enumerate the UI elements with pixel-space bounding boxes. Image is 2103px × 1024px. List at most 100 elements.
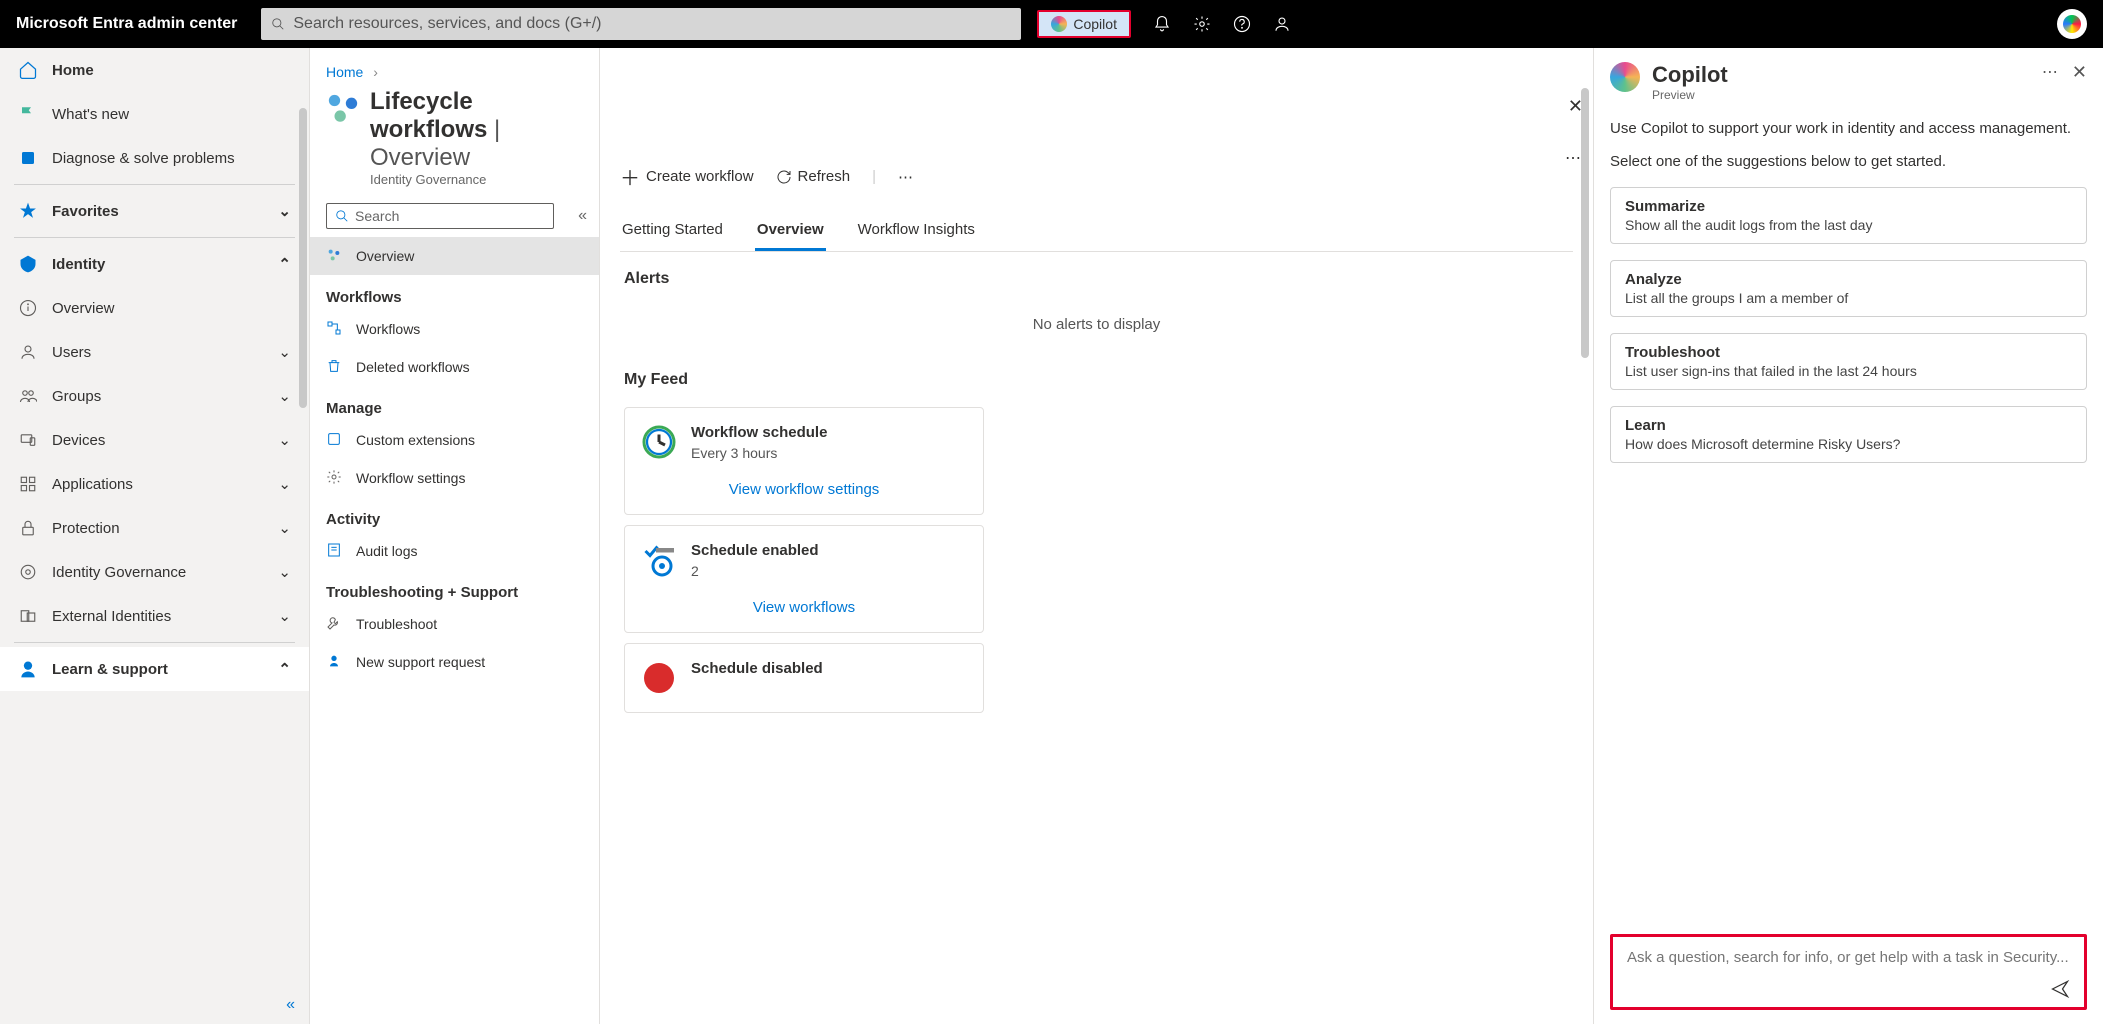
secondary-item-audit-logs[interactable]: Audit logs [310,532,599,570]
sidebar-label: External Identities [52,608,171,625]
suggestion-troubleshoot[interactable]: Troubleshoot List user sign-ins that fai… [1610,333,2087,390]
copilot-intro-2: Select one of the suggestions below to g… [1610,151,2087,174]
info-icon [18,298,38,318]
groups-icon [18,386,38,406]
secondary-label: Workflow settings [356,470,465,486]
copilot-panel: Copilot Preview ⋯ ✕ Use Copilot to suppo… [1593,48,2103,1024]
secondary-item-workflow-settings[interactable]: Workflow settings [310,459,599,497]
refresh-button[interactable]: Refresh [776,168,851,185]
sidebar-item-favorites[interactable]: Favorites ⌄ [0,189,309,233]
send-icon[interactable] [2050,979,2070,999]
chevron-right-icon: › [373,64,378,80]
chevron-down-icon: ⌄ [278,343,291,361]
card-title: Schedule disabled [691,660,823,677]
help-icon[interactable] [1233,15,1251,33]
secondary-item-workflows[interactable]: Workflows [310,310,599,348]
sidebar-item-users[interactable]: Users ⌄ [0,330,309,374]
collapse-sidebar-button[interactable]: « [286,996,295,1014]
sidebar-scrollbar[interactable] [299,108,307,408]
copilot-button[interactable]: Copilot [1037,10,1131,38]
collapse-secondary-button[interactable]: « [578,207,587,225]
overview-icon [326,247,344,265]
sidebar-item-applications[interactable]: Applications ⌄ [0,462,309,506]
sidebar-item-groups[interactable]: Groups ⌄ [0,374,309,418]
sidebar-item-devices[interactable]: Devices ⌄ [0,418,309,462]
tab-overview[interactable]: Overview [755,211,826,251]
settings-icon[interactable] [1193,15,1211,33]
secondary-item-troubleshoot[interactable]: Troubleshoot [310,605,599,643]
sidebar-item-protection[interactable]: Protection ⌄ [0,506,309,550]
suggestion-analyze[interactable]: Analyze List all the groups I am a membe… [1610,260,2087,317]
local-search[interactable]: Search [326,203,554,229]
view-workflow-settings-link[interactable]: View workflow settings [641,481,967,498]
sidebar-item-overview[interactable]: Overview [0,286,309,330]
devices-icon [18,430,38,450]
notifications-icon[interactable] [1153,15,1171,33]
sidebar-label: Protection [52,520,120,537]
alerts-heading: Alerts [620,252,1573,296]
tab-getting-started[interactable]: Getting Started [620,211,725,251]
sidebar-label: Devices [52,432,105,449]
secondary-item-overview[interactable]: Overview [310,237,599,275]
chevron-down-icon: ⌄ [278,607,291,625]
users-icon [18,342,38,362]
sidebar-label: Groups [52,388,101,405]
tab-workflow-insights[interactable]: Workflow Insights [856,211,977,251]
search-icon [335,209,349,223]
lifecycle-workflows-icon [326,92,360,126]
breadcrumb: Home › [310,48,599,88]
sidebar-item-external-identities[interactable]: External Identities ⌄ [0,594,309,638]
apps-icon [18,474,38,494]
secondary-group-workflows: Workflows [310,275,599,310]
topbar: Microsoft Entra admin center Search reso… [0,0,2103,48]
suggestion-desc: How does Microsoft determine Risky Users… [1625,436,2072,452]
alerts-empty-state: No alerts to display [620,296,1573,353]
chevron-down-icon: ⌄ [278,519,291,537]
breadcrumb-link-home[interactable]: Home [326,64,363,80]
content-scrollbar[interactable] [1581,88,1589,1014]
sidebar-label: Learn & support [52,661,168,678]
close-copilot-button[interactable]: ✕ [2072,62,2087,83]
secondary-label: New support request [356,654,485,670]
sidebar-label: Diagnose & solve problems [52,150,235,167]
user-avatar[interactable] [2057,9,2087,39]
secondary-item-custom-extensions[interactable]: Custom extensions [310,421,599,459]
sidebar-label: Overview [52,300,115,317]
sidebar-item-learn-support[interactable]: Learn & support ⌃ [0,647,309,691]
sidebar-item-diagnose[interactable]: Diagnose & solve problems [0,136,309,180]
sidebar-item-whatsnew[interactable]: What's new [0,92,309,136]
sidebar-item-identity[interactable]: Identity ⌃ [0,242,309,286]
copilot-input[interactable] [1627,949,2070,966]
sidebar-label: Home [52,62,94,79]
gear-icon [326,469,344,487]
suggestion-learn[interactable]: Learn How does Microsoft determine Risky… [1610,406,2087,463]
diagnose-icon [18,148,38,168]
secondary-item-deleted[interactable]: Deleted workflows [310,348,599,386]
feedback-icon[interactable] [1273,15,1291,33]
schedule-disabled-icon [641,660,677,696]
copilot-logo-icon [1610,62,1640,92]
plus-icon: ＋ [620,162,640,191]
sidebar-label: What's new [52,106,129,123]
copilot-logo-icon [1051,16,1067,32]
content-tabs: Getting Started Overview Workflow Insigh… [620,211,1573,252]
sidebar-label: Users [52,344,91,361]
secondary-nav: Home › Lifecycle workflows | Overview Id… [310,48,600,1024]
sidebar-item-home[interactable]: Home [0,48,309,92]
view-workflows-link[interactable]: View workflows [641,599,967,616]
secondary-item-new-support[interactable]: New support request [310,643,599,681]
secondary-label: Audit logs [356,543,417,559]
toolbar-more-button[interactable]: ⋯ [898,168,915,186]
suggestion-summarize[interactable]: Summarize Show all the audit logs from t… [1610,187,2087,244]
local-search-placeholder: Search [355,208,399,224]
create-workflow-button[interactable]: ＋ Create workflow [620,162,754,191]
chevron-down-icon: ⌄ [278,563,291,581]
global-search[interactable]: Search resources, services, and docs (G+… [261,8,1021,40]
search-icon [271,17,285,31]
sidebar-item-identity-governance[interactable]: Identity Governance ⌄ [0,550,309,594]
topbar-actions [1153,15,1291,33]
suggestion-title: Learn [1625,417,2072,434]
copilot-intro-1: Use Copilot to support your work in iden… [1610,118,2087,141]
chevron-down-icon: ⌄ [278,431,291,449]
copilot-more-button[interactable]: ⋯ [2042,62,2058,83]
